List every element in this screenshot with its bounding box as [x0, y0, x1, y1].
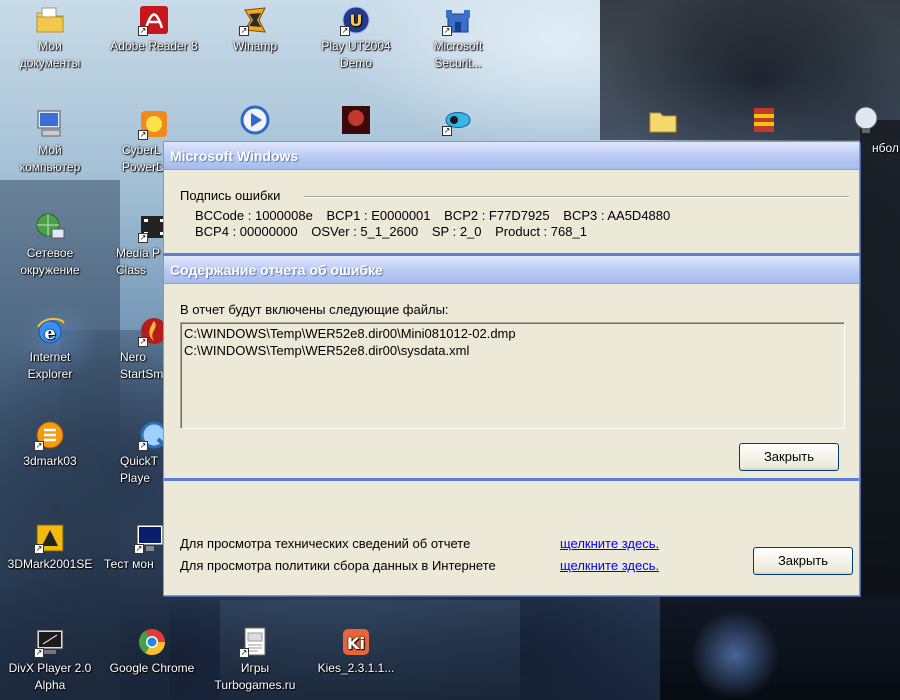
desktop-icon-games-turbogames[interactable]: ↗ Игры Turbogames.ru — [207, 626, 303, 694]
orb-icon — [850, 104, 882, 136]
desktop-icon-play-ut2004[interactable]: U ↗ Play UT2004 Demo — [308, 4, 404, 72]
wallpaper-glow — [690, 610, 780, 700]
close-button-top[interactable]: Закрыть — [739, 443, 839, 471]
desktop-icon-google-chrome[interactable]: Google Chrome — [104, 626, 200, 677]
desktop-icon-internet-explorer[interactable]: e Internet Explorer — [2, 315, 98, 383]
close-button-bottom[interactable]: Закрыть — [753, 547, 853, 575]
internet-explorer-icon: e — [34, 315, 66, 347]
file-item[interactable]: C:\WINDOWS\Temp\WER52e8.dir00\sysdata.xm… — [184, 342, 841, 359]
desktop-icon-3dmark2001se[interactable]: ↗ 3DMark2001SE — [2, 522, 98, 573]
kies-icon: Ki — [340, 626, 372, 658]
report-files-list[interactable]: C:\WINDOWS\Temp\WER52e8.dir00\Mini081012… — [180, 322, 845, 429]
3dmark03-icon: ↗ — [34, 419, 66, 451]
file-item[interactable]: C:\WINDOWS\Temp\WER52e8.dir00\Mini081012… — [184, 325, 841, 342]
divx-monitor-icon: ↗ — [34, 626, 66, 658]
desktop-icon-folder-partial[interactable] — [615, 104, 711, 140]
policy-link[interactable]: щелкните здесь. — [560, 558, 659, 573]
monitor-icon: ↗ — [134, 522, 166, 554]
folder-documents-icon — [34, 4, 66, 36]
desktop-icon-my-documents[interactable]: Мои документы — [2, 4, 98, 72]
games-document-icon: ↗ — [239, 626, 271, 658]
param-bcp4: BCP4 : 00000000 — [195, 224, 298, 239]
desktop-icon-game-partial[interactable] — [308, 104, 404, 140]
unreal-tournament-icon: U ↗ — [340, 4, 372, 36]
signature-divider — [304, 196, 849, 198]
error-params-row-2: BCP4 : 00000000 OSVer : 5_1_2600 SP : 2_… — [195, 224, 597, 239]
desktop-icon-partial-right[interactable]: нбол — [830, 104, 900, 155]
desktop-icon-winamp[interactable]: ↗ Winamp — [207, 4, 303, 55]
powerdvd-icon: ↗ — [138, 108, 170, 140]
desktop-icon-my-computer[interactable]: Мой компьютер — [2, 108, 98, 176]
wallpaper-figure-right — [860, 120, 900, 600]
desktop-icon-test-monitor[interactable]: ↗ Тест мон — [104, 522, 164, 573]
3dmark2001se-icon: ↗ — [34, 522, 66, 554]
desktop-icon-media-player-partial[interactable] — [207, 104, 303, 140]
archive-icon — [748, 104, 780, 136]
computer-icon — [34, 108, 66, 140]
adobe-reader-icon: ↗ — [138, 4, 170, 36]
param-bcp2: BCP2 : F77D7925 — [444, 208, 550, 223]
param-bcp1: BCP1 : E0000001 — [326, 208, 431, 223]
error-report-dialog: Microsoft Windows Подпись ошибки BCCode … — [163, 141, 860, 596]
security-castle-icon: ↗ — [442, 4, 474, 36]
desktop-icon-archive-partial[interactable] — [716, 104, 812, 140]
desktop-icon-messenger-partial[interactable]: ↗ — [410, 104, 506, 140]
folder-icon — [647, 104, 679, 136]
tech-details-text: Для просмотра технических сведений об от… — [180, 536, 471, 551]
winamp-icon: ↗ — [239, 4, 271, 36]
param-osver: OSVer : 5_1_2600 — [311, 224, 419, 239]
desktop-icon-microsoft-security[interactable]: ↗ Microsoft Securit... — [410, 4, 506, 72]
desktop-icon-kies[interactable]: Ki Kies_2.3.1.1... — [308, 626, 404, 677]
desktop-icon-adobe-reader[interactable]: ↗ Adobe Reader 8 — [106, 4, 202, 55]
media-player-icon — [239, 104, 271, 136]
game-portrait-icon — [340, 104, 372, 136]
svg-text:Ki: Ki — [347, 634, 365, 653]
desktop-icon-divx-player[interactable]: ↗ DivX Player 2.0 Alpha — [2, 626, 98, 694]
chrome-icon — [136, 626, 168, 658]
desktop-icon-3dmark03[interactable]: ↗ 3dmark03 — [2, 419, 98, 470]
files-intro-text: В отчет будут включены следующие файлы: — [180, 302, 449, 317]
network-globe-icon — [34, 211, 66, 243]
svg-text:e: e — [44, 323, 55, 344]
svg-text:U: U — [350, 11, 363, 30]
policy-text: Для просмотра политики сбора данных в Ин… — [180, 558, 496, 573]
param-product: Product : 768_1 — [495, 224, 587, 239]
error-params-row-1: BCCode : 1000008e BCP1 : E0000001 BCP2 :… — [195, 208, 680, 223]
error-signature-label: Подпись ошибки — [180, 188, 281, 203]
messenger-icon: ↗ — [442, 104, 474, 136]
tech-details-link[interactable]: щелкните здесь. — [560, 536, 659, 551]
param-sp: SP : 2_0 — [431, 224, 482, 239]
report-contents-header: Содержание отчета об ошибке — [164, 256, 859, 284]
dialog-title: Microsoft Windows — [164, 142, 859, 170]
param-bccode: BCCode : 1000008e — [195, 208, 313, 223]
desktop-icon-network[interactable]: Сетевое окружение — [2, 211, 98, 279]
param-bcp3: BCP3 : AA5D4880 — [563, 208, 671, 223]
